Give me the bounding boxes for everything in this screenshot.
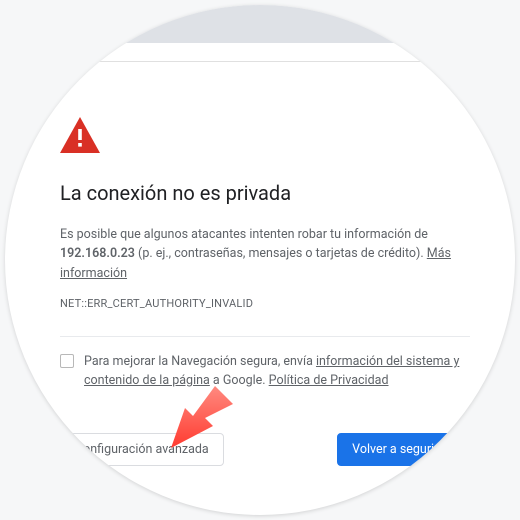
warning-body-pre: Es posible que algunos atacantes intente… [60,227,428,242]
warning-icon [60,117,470,157]
back-to-safety-button[interactable]: Volver a seguridad [337,433,470,466]
error-code: NET::ERR_CERT_AUTHORITY_INVALID [60,297,470,310]
warning-host: 192.168.0.23 [60,246,135,261]
browser-tab-strip [5,5,515,43]
optin-text: Para mejorar la Navegación segura, envía… [84,353,470,391]
safe-browsing-optin: Para mejorar la Navegación segura, envía… [60,353,470,391]
warning-heading: La conexión no es privada [60,181,470,205]
privacy-policy-link[interactable]: Política de Privacidad [269,373,389,388]
optin-mid: a Google. [210,373,269,388]
divider [60,336,470,337]
optin-checkbox[interactable] [60,354,74,368]
toolbar-divider [5,61,515,62]
ssl-warning-page: La conexión no es privada Es posible que… [5,77,515,515]
optin-pre: Para mejorar la Navegación segura, envía [84,354,316,369]
button-row: Configuración avanzada Volver a segurida… [60,433,470,466]
warning-body-post: (p. ej., contraseñas, mensajes o tarjeta… [135,246,427,261]
advanced-button[interactable]: Configuración avanzada [60,433,224,466]
warning-body: Es posible que algunos atacantes intente… [60,225,470,283]
